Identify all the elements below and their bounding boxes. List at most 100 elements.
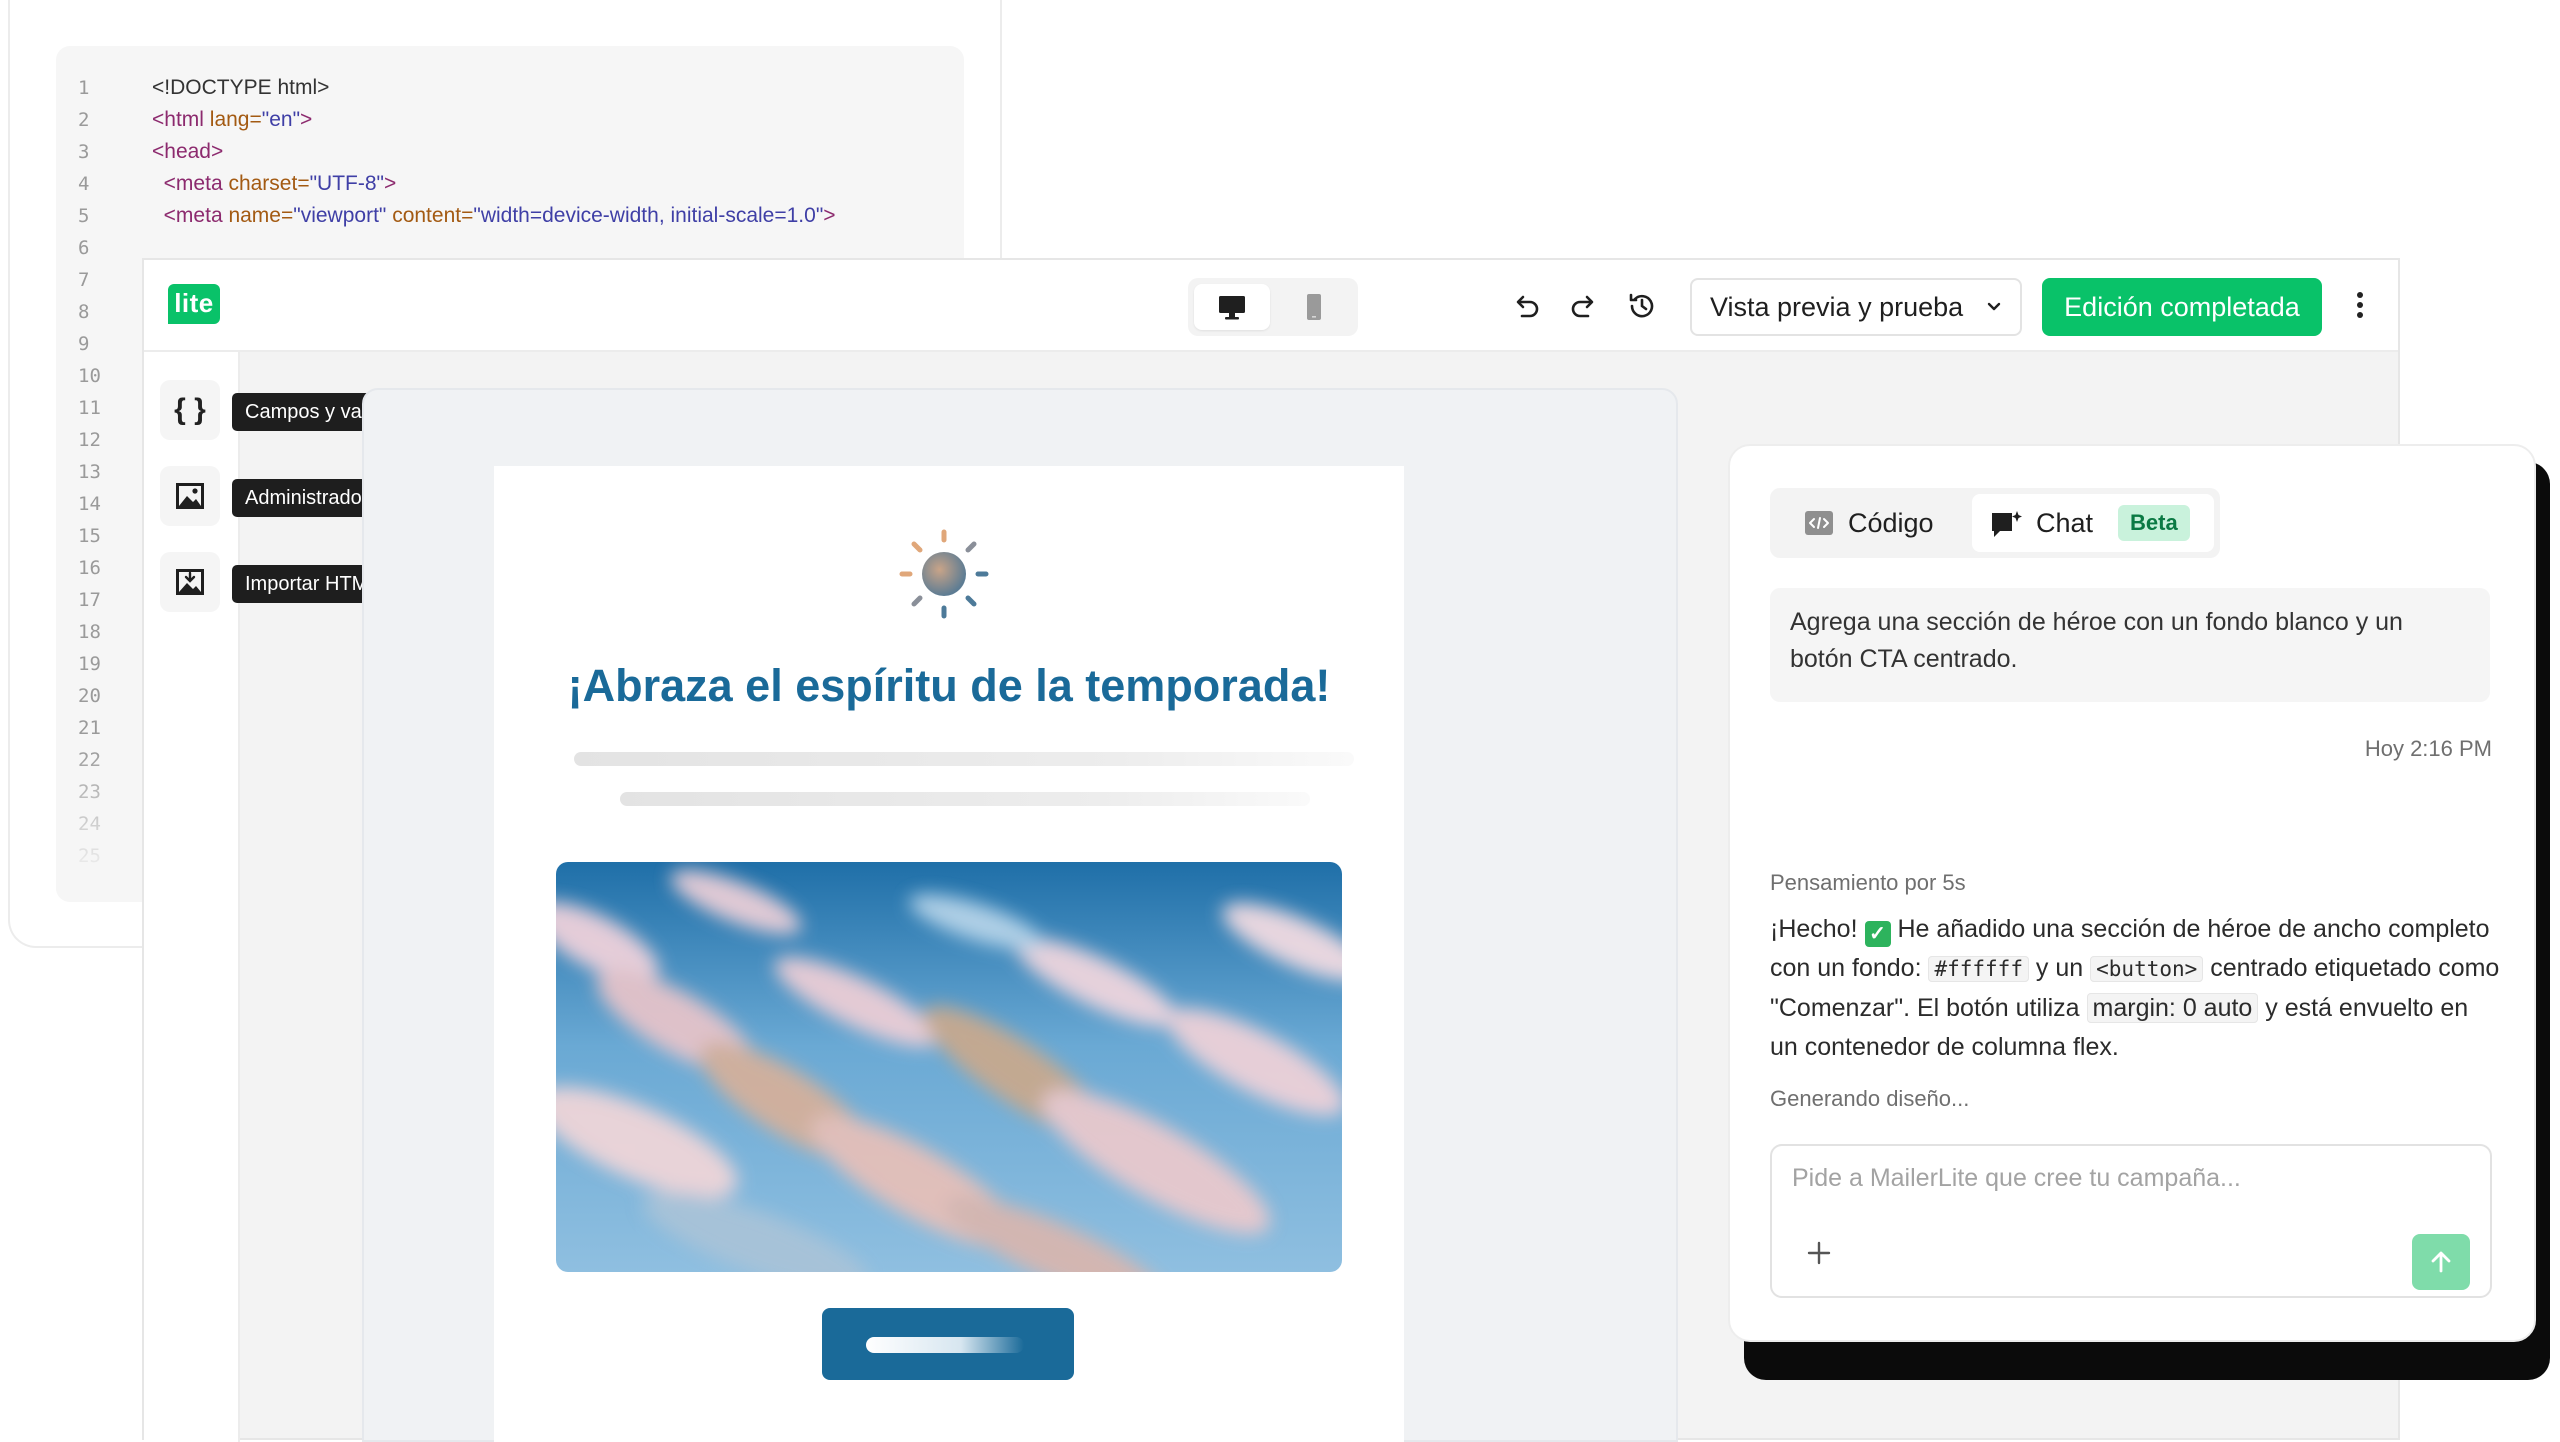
code-line: 5 <meta name="viewport" content="width=d… xyxy=(56,200,964,232)
image-icon xyxy=(176,483,204,509)
mobile-view-button[interactable] xyxy=(1276,284,1352,330)
line-number: 15 xyxy=(78,525,101,547)
undo-icon xyxy=(1516,295,1539,318)
reply-text-1: ¡Hecho! xyxy=(1770,915,1858,943)
cta-button-placeholder[interactable] xyxy=(822,1308,1074,1380)
code-token: "UTF-8" xyxy=(309,172,384,195)
chat-tabs: Código Chat Beta xyxy=(1770,488,2220,558)
message-timestamp: Hoy 2:16 PM xyxy=(2364,736,2492,761)
arrow-up-icon xyxy=(2431,1251,2451,1273)
line-number: 2 xyxy=(78,109,90,131)
line-number: 19 xyxy=(78,653,101,675)
code-token: <html xyxy=(152,108,210,131)
inline-code-margin: margin: 0 auto xyxy=(2086,993,2259,1023)
line-number: 11 xyxy=(78,397,101,419)
desktop-icon xyxy=(1219,296,1245,320)
text-placeholder-line-2 xyxy=(620,792,1310,806)
undo-button[interactable] xyxy=(1506,286,1546,326)
code-token: <head> xyxy=(152,140,224,163)
code-token: > xyxy=(384,172,397,195)
code-line: 3 <head> xyxy=(56,136,964,168)
code-line: 2 <html lang="en"> xyxy=(56,104,964,136)
line-number: 6 xyxy=(78,237,90,259)
hero-image-graphic xyxy=(556,862,1342,1272)
device-toggle xyxy=(1188,278,1358,336)
beta-badge: Beta xyxy=(2118,505,2190,541)
tab-chat[interactable]: Chat Beta xyxy=(1972,494,2214,552)
code-token: "width=device-width, initial-scale=1.0" xyxy=(473,204,824,227)
fields-variables-button[interactable]: { } xyxy=(160,380,220,440)
line-number: 7 xyxy=(78,269,90,291)
chat-sparkle-icon xyxy=(1992,511,2022,537)
checkmark-icon: ✓ xyxy=(1864,921,1891,947)
sun-icon xyxy=(899,529,989,619)
code-token: charset= xyxy=(228,172,310,195)
hero-image xyxy=(556,862,1342,1272)
email-headline: ¡Abraza el espíritu de la temporada! xyxy=(567,660,1331,711)
thinking-status[interactable]: Pensamiento por 5s xyxy=(1770,870,1966,896)
code-token: "viewport" xyxy=(293,204,393,227)
code-token: name= xyxy=(228,204,294,227)
code-token: lang= xyxy=(209,108,262,131)
desktop-view-button[interactable] xyxy=(1194,284,1270,330)
ai-chat-panel: Código Chat Beta Agrega una sección de h… xyxy=(1728,444,2536,1342)
import-html-icon xyxy=(176,569,204,595)
line-number: 18 xyxy=(78,621,101,643)
line-number: 14 xyxy=(78,493,101,515)
code-token: <meta xyxy=(152,172,229,195)
plus-icon xyxy=(1807,1241,1831,1265)
preview-select-label: Vista previa y prueba xyxy=(1710,292,1964,322)
line-number: 16 xyxy=(78,557,101,579)
code-line: 4 <meta charset="UTF-8"> xyxy=(56,168,964,200)
editor-topbar: lite Vista previa y prueba Edición compl… xyxy=(144,260,2398,352)
import-html-button[interactable] xyxy=(160,552,220,612)
code-text: <meta name="viewport" content="width=dev… xyxy=(152,200,836,232)
code-token: "en" xyxy=(261,108,301,131)
mailerlite-logo: lite xyxy=(168,284,220,324)
line-number: 12 xyxy=(78,429,101,451)
line-number: 1 xyxy=(78,77,90,99)
add-attachment-button[interactable] xyxy=(1806,1238,1832,1272)
inline-code-button: <button> xyxy=(2090,956,2204,982)
mobile-icon xyxy=(1307,294,1321,320)
line-number: 17 xyxy=(78,589,101,611)
send-button[interactable] xyxy=(2412,1234,2470,1290)
redo-icon xyxy=(1571,295,1594,318)
line-number: 13 xyxy=(78,461,101,483)
line-number: 9 xyxy=(78,333,90,355)
code-token: <!DOCTYPE html> xyxy=(152,76,330,99)
chevron-down-icon xyxy=(1987,302,2001,311)
composer-placeholder: Pide a MailerLite que cree tu campaña... xyxy=(1792,1164,2241,1192)
cta-label-placeholder xyxy=(866,1337,1024,1353)
line-number: 3 xyxy=(78,141,90,163)
redo-button[interactable] xyxy=(1564,286,1604,326)
history-icon xyxy=(1629,293,1654,318)
more-options-button[interactable] xyxy=(2350,288,2370,328)
chat-composer[interactable]: Pide a MailerLite que cree tu campaña... xyxy=(1770,1144,2492,1298)
tab-code[interactable]: Código xyxy=(1776,494,1972,552)
code-token: > xyxy=(300,108,313,131)
edit-done-button[interactable]: Edición completada xyxy=(2042,278,2322,336)
code-line: 1 <!DOCTYPE html> xyxy=(56,72,964,104)
history-button[interactable] xyxy=(1622,286,1662,326)
code-token: content= xyxy=(392,204,474,227)
line-number: 20 xyxy=(78,685,101,707)
generating-status: Generando diseño... xyxy=(1770,1086,1970,1111)
assistant-reply: ¡Hecho! ✓ He añadido una sección de héro… xyxy=(1770,910,2500,1067)
line-number: 10 xyxy=(78,365,101,387)
code-text: <head> xyxy=(152,136,223,168)
code-icon xyxy=(1805,511,1833,535)
tab-chat-label: Chat xyxy=(2036,508,2094,538)
inline-code-color: #ffffff xyxy=(1928,956,2029,982)
line-number: 8 xyxy=(78,301,90,323)
code-token: <meta xyxy=(152,204,229,227)
code-text: <meta charset="UTF-8"> xyxy=(152,168,397,200)
preview-and-test-dropdown[interactable]: Vista previa y prueba xyxy=(1690,278,2022,336)
email-preview[interactable]: ¡Abraza el espíritu de la temporada! xyxy=(494,466,1404,1442)
braces-icon: { } xyxy=(174,393,206,426)
code-text: <html lang="en"> xyxy=(152,104,312,136)
file-manager-button[interactable] xyxy=(160,466,220,526)
user-message: Agrega una sección de héroe con un fondo… xyxy=(1770,588,2490,702)
line-number: 21 xyxy=(78,717,101,739)
text-placeholder-line-1 xyxy=(574,752,1354,766)
